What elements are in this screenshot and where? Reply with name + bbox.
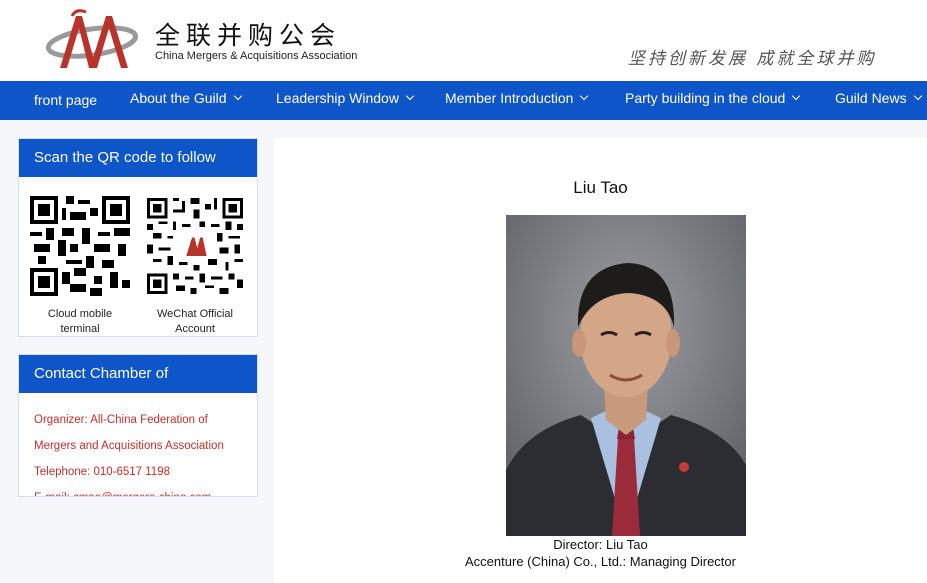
nav-item-guild-news[interactable]: Guild News [835,79,922,118]
cloud-mobile-qr-code[interactable] [30,196,130,296]
chevron-down-icon [792,91,801,101]
wechat-official-caption: WeChat Official Account [156,308,233,335]
nav-item-label: Leadership Window [276,90,399,106]
chevron-down-icon [233,91,242,101]
profile-card: Liu Tao Director: Liu Tao Accenture (Chi… [274,138,927,583]
qr-code-panel: Scan the QR code to follow Cloud mobile … [18,138,258,337]
nav-item-label: About the Guild [130,90,227,106]
contact-telephone: Telephone: 010-6517 1198 [34,466,170,478]
chevron-down-icon [405,91,415,101]
wechat-official-qr-code[interactable] [147,198,243,294]
profile-photo [506,215,746,536]
contact-panel-title: Contact Chamber of [19,355,257,393]
chevron-down-icon [580,91,589,101]
cloud-mobile-caption: Cloud mobile terminal [47,308,113,335]
chevron-down-icon [913,91,922,101]
contact-panel: Contact Chamber of Organizer: All-China … [18,354,258,497]
contact-email[interactable]: E-mail: cmaa@mergers-china.com [34,485,257,496]
nav-item-label: front page [34,92,98,108]
main-navigation: front page About the Guild Leadership Wi… [0,81,927,120]
nav-item-label: Party building in the cloud [625,90,786,106]
profile-company: Accenture (China) Co., Ltd.: Managing Di… [465,554,736,569]
nav-item-about-the-guild[interactable]: About the Guild [130,79,242,118]
nav-item-front-page[interactable]: front page [34,81,97,120]
profile-name: Liu Tao [573,178,628,197]
org-name-english: China Mergers & Acquisitions Association [155,50,358,62]
org-name-chinese: 全联并购公会 [155,21,342,50]
profile-position: Director: Liu Tao [553,537,648,552]
nav-item-member-introduction[interactable]: Member Introduction [445,79,589,118]
nav-item-label: Guild News [835,90,907,106]
header-slogan: 坚持创新发展 成就全球并购 [628,49,877,69]
contact-organizer-line2: Mergers and Acquisitions Association [34,440,224,452]
nav-item-leadership-window[interactable]: Leadership Window [276,79,415,118]
contact-organizer-line1: Organizer: All-China Federation of [34,414,208,426]
nav-item-label: Member Introduction [445,90,574,106]
contact-details: Organizer: All-China Federation of Merge… [19,393,257,496]
association-logo[interactable] [46,6,142,72]
qr-panel-title: Scan the QR code to follow [19,139,257,177]
nav-item-party-building[interactable]: Party building in the cloud [625,79,801,118]
site-header: 全联并购公会 China Mergers & Acquisitions Asso… [0,0,927,81]
